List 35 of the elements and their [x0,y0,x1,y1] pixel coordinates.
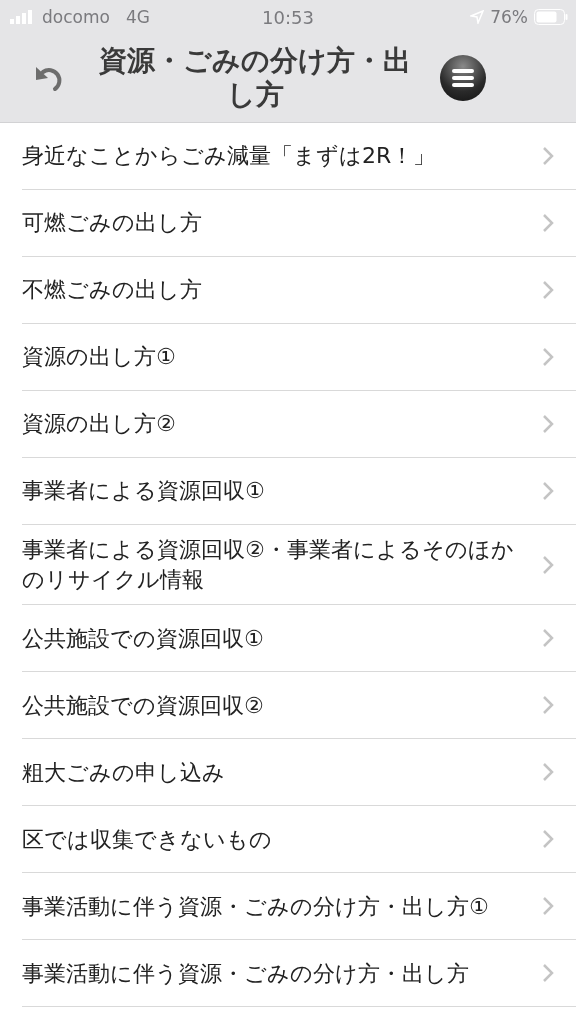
carrier-name: docomo [42,7,110,27]
chevron-icon [542,213,554,233]
battery-percent: 76% [490,7,528,27]
list-item[interactable]: 不燃ごみの出し方 [22,257,576,324]
list-item[interactable]: 可燃ごみの出し方 [22,190,576,257]
battery-icon [534,9,568,25]
chevron-icon [542,554,554,575]
chevron-icon [542,414,554,434]
chevron-icon [542,695,554,716]
chevron-icon [542,963,554,984]
list-item[interactable]: 粗大ごみの申し込み [22,739,576,807]
menu-icon [450,67,476,89]
list-item[interactable]: 公共施設での資源回収② [22,672,576,740]
list-item[interactable]: 区では収集できないもの [22,806,576,874]
list-item[interactable]: 公共施設での資源回収① [22,605,576,673]
network-type: 4G [125,7,150,27]
list-item[interactable]: 資源の出し方② [22,391,576,458]
list-item[interactable]: 事業者による資源回収②・事業者によるそのほかのリサイクル情報 [22,525,576,606]
list-item[interactable]: 事業活動に伴う資源・ごみの分け方・出し方① [22,873,576,941]
page-title: 資源・ごみの分け方・出し方 [98,44,412,112]
list-item[interactable]: 事業活動に伴う資源・ごみの分け方・出し方 [22,940,576,1008]
location-icon [470,10,485,24]
chevron-icon [542,481,554,501]
list-item[interactable]: 事業者による資源回収① [22,458,576,525]
list-item[interactable]: 身近なことからごみ減量「まずは2R！」 [22,123,576,190]
status-time: 10:53 [262,6,314,28]
list-item[interactable]: 資源の出し方① [22,324,576,391]
chevron-icon [542,762,554,783]
chevron-icon [542,829,554,850]
chevron-icon [542,146,554,166]
chevron-icon [542,280,554,300]
chevron-icon [542,896,554,917]
chevron-icon [542,628,554,649]
chevron-icon [542,347,554,367]
menu-button[interactable] [440,55,486,101]
